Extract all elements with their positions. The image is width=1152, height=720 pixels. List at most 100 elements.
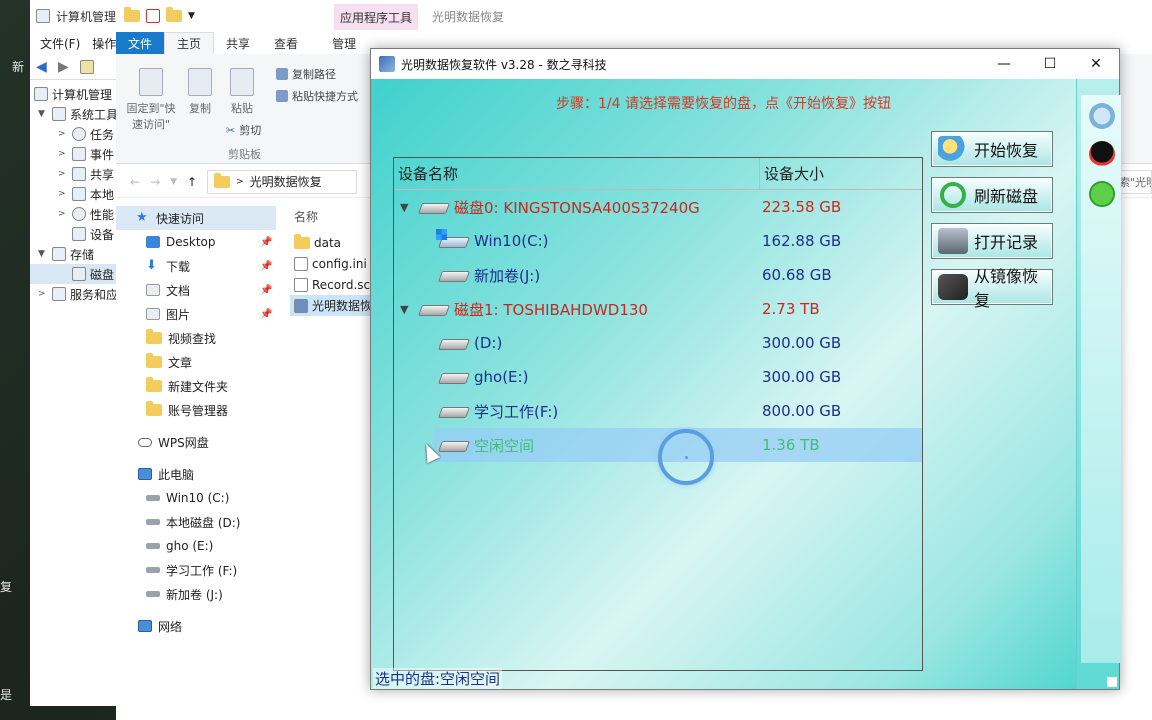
forward-arrow-icon[interactable]: → xyxy=(150,175,160,189)
disk-icon xyxy=(72,267,86,281)
pin-icon xyxy=(139,68,163,96)
nav-drive[interactable]: 本地磁盘 (D:) xyxy=(116,510,276,534)
nav-quick-access[interactable]: ★ 快速访问 xyxy=(116,206,276,230)
device-row-partition[interactable]: (D:) 300.00 GB xyxy=(394,326,922,360)
nav-drive[interactable]: Win10 (C:) xyxy=(116,486,276,510)
side-toolbar xyxy=(1076,79,1121,689)
drive-icon xyxy=(440,405,466,417)
up-arrow-icon[interactable]: ↑ xyxy=(187,175,197,189)
desktop-icon-label[interactable]: 是 xyxy=(0,686,12,703)
tab-manage[interactable]: 管理 xyxy=(320,32,368,54)
cut-button[interactable]: ✂ 剪切 xyxy=(226,122,261,138)
copy-path-button[interactable]: 复制路径 xyxy=(276,66,336,82)
pin-icon[interactable]: 📌 xyxy=(260,285,272,296)
maximize-button[interactable]: ☐ xyxy=(1027,49,1073,79)
column-header-device-name[interactable]: 设备名称 xyxy=(394,157,760,190)
paste-button[interactable]: 粘贴 xyxy=(224,68,260,116)
folder-icon[interactable] xyxy=(124,7,140,22)
qq-icon[interactable] xyxy=(1089,141,1115,167)
refresh-disk-button[interactable]: 刷新磁盘 xyxy=(931,177,1053,213)
app-title: 光明数据恢复软件 v3.28 - 数之寻科技 xyxy=(401,57,607,72)
nav-item-desktop[interactable]: Desktop 📌 xyxy=(116,230,276,254)
chevron-down-icon[interactable]: ▼ xyxy=(400,201,408,214)
drive-icon xyxy=(146,591,160,597)
navigation-pane: ★ 快速访问 Desktop 📌 ⬇ 下载 📌 文档 📌 图片 📌 视频查找 文章 新建文件… xyxy=(116,206,276,720)
device-row-partition[interactable]: 学习工作(F:) 800.00 GB xyxy=(394,394,922,428)
nav-item-folder[interactable]: 视频查找 xyxy=(116,326,276,350)
forward-arrow-icon[interactable]: ▶ xyxy=(58,60,74,74)
nav-item-folder[interactable]: 账号管理器 xyxy=(116,398,276,422)
back-arrow-icon[interactable]: ◀ xyxy=(36,60,52,74)
tab-share[interactable]: 共享 xyxy=(214,32,262,54)
chevron-down-icon[interactable]: ▼ xyxy=(38,109,48,119)
services-icon xyxy=(52,287,66,301)
tab-file[interactable]: 文件 xyxy=(116,32,165,54)
search-input[interactable]: 索"光明 xyxy=(1116,170,1152,194)
device-row-partition[interactable]: gho(E:) 300.00 GB xyxy=(394,360,922,394)
desktop-icon-label[interactable]: 新 xyxy=(12,58,24,75)
resize-grip[interactable] xyxy=(1107,677,1117,687)
folder-icon xyxy=(146,329,162,344)
pin-quick-access-button[interactable]: 固定到"快速访问" xyxy=(122,68,180,132)
chevron-down-icon[interactable]: ▼ xyxy=(188,11,195,21)
pin-icon[interactable]: 📌 xyxy=(260,309,272,320)
pin-icon[interactable]: 📌 xyxy=(260,237,272,248)
device-row-disk0[interactable]: ▼ 磁盘0: KINGSTONSA400S37240G 223.58 GB xyxy=(394,190,922,224)
folder-icon xyxy=(146,353,162,368)
chevron-right-icon[interactable]: > xyxy=(58,129,68,139)
copy-button[interactable]: 复制 xyxy=(182,68,218,116)
nav-drive[interactable]: gho (E:) xyxy=(116,534,276,558)
file-item[interactable]: config.ini xyxy=(290,253,370,274)
new-folder-icon[interactable] xyxy=(166,7,182,22)
cm-menu-file[interactable]: 文件(F) xyxy=(40,35,80,52)
pin-icon[interactable]: 📌 xyxy=(260,261,272,272)
chevron-right-icon[interactable]: > xyxy=(58,169,68,179)
nav-drive[interactable]: 新加卷 (J:) xyxy=(116,582,276,606)
nav-item-pictures[interactable]: 图片 📌 xyxy=(116,302,276,326)
paste-shortcut-button[interactable]: 粘贴快捷方式 xyxy=(276,88,358,104)
help-icon[interactable] xyxy=(1089,181,1115,207)
drive-icon xyxy=(146,495,160,501)
chevron-down-icon[interactable]: ▼ xyxy=(400,303,408,316)
chevron-down-icon[interactable]: ▼ xyxy=(170,177,177,187)
paste-icon xyxy=(230,68,254,96)
minimize-button[interactable]: — xyxy=(981,49,1027,79)
back-arrow-icon[interactable]: ← xyxy=(130,175,140,189)
address-input[interactable]: > 光明数据恢复 xyxy=(207,169,358,194)
nav-item-downloads[interactable]: ⬇ 下载 📌 xyxy=(116,254,276,278)
nav-network[interactable]: 网络 xyxy=(116,614,276,638)
device-row-partition[interactable]: 新加卷(J:) 60.68 GB xyxy=(394,258,922,292)
tab-view[interactable]: 查看 xyxy=(262,32,310,54)
nav-this-pc[interactable]: 此电脑 xyxy=(116,462,276,486)
nav-item-folder[interactable]: 文章 xyxy=(116,350,276,374)
chevron-down-icon[interactable]: ▼ xyxy=(38,249,48,259)
settings-icon[interactable] xyxy=(1089,103,1115,129)
tab-home[interactable]: 主页 xyxy=(164,32,215,54)
clipboard-group-label: 剪贴板 xyxy=(228,148,261,161)
desktop-icon-label[interactable]: 复 xyxy=(0,578,12,595)
open-record-button[interactable]: 打开记录 xyxy=(931,223,1053,259)
status-bar: 选中的盘:空闲空间 xyxy=(371,667,1076,689)
chevron-right-icon[interactable]: > xyxy=(38,289,48,299)
file-item[interactable]: Record.sc xyxy=(290,274,370,295)
nav-item-documents[interactable]: 文档 📌 xyxy=(116,278,276,302)
file-item[interactable]: data xyxy=(290,232,370,253)
chevron-right-icon[interactable]: > xyxy=(58,149,68,159)
chevron-right-icon[interactable]: > xyxy=(58,209,68,219)
up-folder-icon[interactable] xyxy=(80,59,94,74)
nav-item-folder[interactable]: 新建文件夹 xyxy=(116,374,276,398)
drive-icon xyxy=(440,371,466,383)
device-row-disk1[interactable]: ▼ 磁盘1: TOSHIBAHDWD130 2.73 TB xyxy=(394,292,922,326)
cm-menu-action[interactable]: 操作 xyxy=(92,35,116,52)
close-button[interactable]: ✕ xyxy=(1073,49,1119,79)
restore-from-image-button[interactable]: 从镜像恢复 xyxy=(931,267,1053,310)
device-row-partition[interactable]: Win10(C:) 162.88 GB xyxy=(394,224,922,258)
file-item[interactable]: 光明数据恢 xyxy=(290,295,370,316)
column-header-device-size[interactable]: 设备大小 xyxy=(760,163,824,184)
chevron-right-icon[interactable]: > xyxy=(58,189,68,199)
nav-drive[interactable]: 学习工作 (F:) xyxy=(116,558,276,582)
start-recovery-button[interactable]: 开始恢复 xyxy=(931,131,1053,167)
nav-wps-cloud[interactable]: WPS网盘 xyxy=(116,430,276,454)
column-header-name[interactable]: 名称 xyxy=(290,206,370,226)
properties-icon[interactable] xyxy=(146,9,160,23)
